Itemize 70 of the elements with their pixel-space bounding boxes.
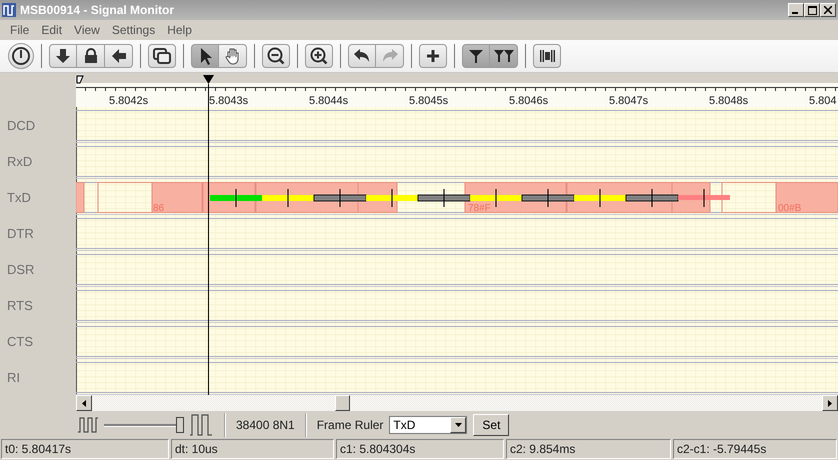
frame-ruler-dropdown[interactable]: TxD [389, 416, 468, 434]
horizontal-scrollbar[interactable] [92, 395, 822, 411]
window-title: MSB00914 - Signal Monitor [20, 3, 176, 17]
scroll-thumb[interactable] [335, 395, 350, 411]
frame-label: 78#F [468, 203, 491, 214]
menu-item[interactable]: File [4, 23, 36, 37]
time-label: 5.8046s [509, 95, 548, 107]
power-icon [11, 46, 31, 66]
scroll-left-button[interactable] [76, 395, 92, 411]
time-label: 5.8042s [109, 95, 148, 107]
zoom-in-icon [309, 46, 329, 66]
scroll-right-button[interactable] [822, 395, 838, 411]
channel-label: CTS [6, 332, 34, 350]
slider-thumb[interactable] [176, 416, 184, 432]
menu-item[interactable]: Edit [35, 23, 68, 37]
status-field: dt: 10us [170, 439, 334, 459]
channel-label: DTR [6, 224, 35, 242]
time-label: 5.8043s [209, 95, 248, 107]
channel-label: DSR [6, 260, 36, 278]
app-icon [2, 3, 16, 17]
menu-item[interactable]: Help [161, 23, 198, 37]
down-arrow-button[interactable] [49, 44, 77, 68]
channel-label: RxD [6, 152, 34, 170]
channel-label: RTS [6, 296, 34, 314]
plus-button[interactable] [419, 44, 447, 68]
time-label: 5.8047s [609, 95, 648, 107]
status-field: c1: 5.804304s [336, 439, 504, 459]
zoom-out-icon [266, 46, 286, 66]
channel-label: DCD [6, 116, 36, 134]
set-button[interactable]: Set [473, 414, 510, 436]
dropdown-arrow-icon [454, 422, 462, 426]
funnel-button[interactable] [462, 44, 490, 68]
narrow-pulse-icon [78, 416, 98, 432]
start-marker-icon[interactable] [76, 76, 84, 84]
menu-item[interactable]: Settings [106, 23, 162, 37]
hand-button[interactable] [219, 44, 247, 68]
channel-label: TxD [6, 188, 32, 206]
zoom-out-button[interactable] [262, 44, 290, 68]
windows-button[interactable] [148, 44, 176, 68]
frame-ruler-label: Frame Ruler [316, 418, 384, 432]
pointer-button[interactable] [191, 44, 219, 68]
status-field: c2: 9.854ms [506, 439, 671, 459]
minimize-button[interactable] [788, 3, 804, 17]
channel-label: RI [6, 368, 21, 386]
frame-label: 86 [153, 203, 164, 214]
barcode-button[interactable] [533, 44, 561, 68]
wide-pulse-icon [190, 414, 214, 436]
lock-button[interactable] [77, 44, 105, 68]
maximize-button[interactable] [804, 3, 820, 17]
right-arrow-icon [828, 400, 832, 406]
time-label: 5.8045s [409, 95, 448, 107]
undo-button[interactable] [348, 44, 376, 68]
status-field: t0: 5.80417s [1, 439, 169, 459]
frame-label: 00#B [778, 203, 802, 214]
left-arrow-icon [82, 400, 86, 406]
zoom-slider[interactable] [104, 416, 184, 434]
close-button[interactable] [820, 3, 836, 17]
status-field: c2-c1: -5.79445s [672, 439, 837, 459]
time-label: 5.8048s [709, 95, 748, 107]
left-arrow-button[interactable] [105, 44, 133, 68]
time-label: 5.804 [809, 95, 837, 107]
maximize-icon [808, 6, 816, 14]
line-settings: 38400 8N1 [236, 418, 295, 432]
menu-item[interactable]: View [68, 23, 106, 37]
windows-icon [152, 46, 172, 66]
time-label: 5.8044s [309, 95, 348, 107]
double-funnel-button[interactable] [490, 44, 518, 68]
close-icon [824, 6, 832, 14]
zoom-in-button[interactable] [305, 44, 333, 68]
power-button[interactable] [8, 43, 34, 69]
